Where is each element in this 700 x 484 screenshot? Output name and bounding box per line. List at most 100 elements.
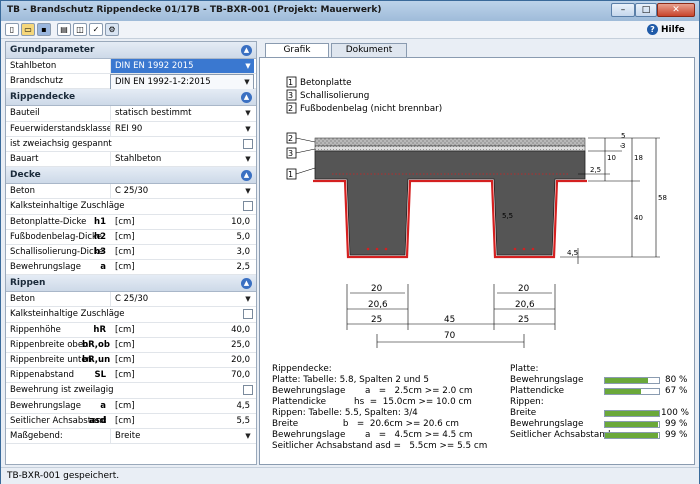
app-window: TB - Brandschutz Rippendecke 01/17B - TB… [0,0,700,484]
value: 20,0 [231,355,250,365]
chevron-down-icon[interactable]: ▼ [242,123,254,135]
select-value: DIN EN 1992 2015 [115,61,194,71]
zweiachsig-checkbox[interactable] [243,138,253,149]
dim-label: 25 [518,315,530,325]
collapse-icon[interactable]: ▲ [241,92,252,104]
result-line: Platte: Tabelle: 5.8, Spalten 2 und 5 [272,375,429,385]
chevron-down-icon[interactable]: ▼ [242,430,254,442]
section-rippendecke[interactable]: Rippendecke ▲ [6,89,256,107]
row-decke-kalk: Kalksteinhaltige Zuschläge [6,199,256,215]
section-title: Rippendecke [10,92,76,103]
section-title: Rippen [10,278,46,289]
dim-label: 2,5 [590,166,602,174]
dim-label: 20,6 [515,300,535,310]
decke-beton-select[interactable]: C 25/30 ▼ [110,184,254,199]
maximize-button[interactable]: □ [635,3,657,17]
chevron-down-icon[interactable]: ▼ [242,293,254,305]
select-value: C 25/30 [115,186,149,197]
util-label: Seitlicher Achsabstand [510,430,611,440]
value: 25,0 [231,339,250,350]
bauteil-select[interactable]: statisch bestimmt ▼ [110,106,254,121]
sound-insulation-layer [314,145,586,152]
value: 2,5 [236,262,250,273]
row-brandschutz: Brandschutz DIN EN 1992-1-2:2015 ▼ [6,74,256,91]
result-line: Rippen: Tabelle: 5.5, Spalten: 3/4 [272,408,418,418]
drawing-canvas: 1 Betonplatte 3 Schallisolierung 2 Fußbo… [259,57,695,465]
row-rippen-bewehrung: Bewehrungslage a [cm] 4,5 [6,399,256,414]
brandschutz-select[interactable]: DIN EN 1992-1-2:2015 ▼ [110,74,254,91]
row-fussboden: Fußbodenbelag-Dicke h2 [cm] 5,0 [6,230,256,245]
help-button[interactable]: ? Hilfe [647,24,685,35]
value: 10,0 [231,216,250,227]
section-grundparameter[interactable]: Grundparameter ▲ [6,42,256,59]
open-folder-icon[interactable]: ▭ [21,23,35,36]
minimize-button[interactable]: – [611,3,635,17]
rippen-kalk-checkbox[interactable] [243,309,253,320]
chevron-down-icon[interactable]: ▼ [242,185,254,197]
unit: [cm] [115,324,135,335]
field-symbol: a [100,400,106,411]
util-pct: 80 % [665,375,688,385]
concrete-slab-ribs [314,150,586,256]
field-symbol: bR,ob [82,339,110,350]
chevron-down-icon[interactable]: ▼ [242,107,254,119]
new-document-icon[interactable]: ▯ [5,23,19,36]
util-pct: 99 % [665,419,688,429]
select-value: statisch bestimmt [115,108,192,119]
dim-label: 5 [621,132,626,140]
zweilagig-checkbox[interactable] [243,385,253,396]
dim-label: 20 [371,284,383,294]
check-icon[interactable]: ✓ [89,23,103,36]
util-bar-fill [605,433,659,438]
legend-num: 3 [288,91,294,100]
dim-label: 10 [607,154,616,162]
util-title: Platte: [510,364,539,374]
util-bar-fill [605,411,659,416]
stahlbeton-select[interactable]: DIN EN 1992 2015 ▼ [110,59,254,73]
row-breite-unten: Rippenbreite unten bR,un [cm] 20,0 [6,353,256,369]
field-label: Kalksteinhaltige Zuschläge [10,309,125,320]
section-title: Grundparameter [10,45,95,55]
field-label: Kalksteinhaltige Zuschläge [10,201,125,212]
result-line: Bewehrungslage a = 4.5cm >= 4.5 cm [272,430,473,440]
value: 4,5 [236,400,250,411]
field-symbol: hR [93,324,106,335]
decke-kalk-checkbox[interactable] [243,201,253,212]
feuerwiderstand-select[interactable]: REI 90 ▼ [110,121,254,136]
tab-dokument[interactable]: Dokument [331,43,407,57]
rebar-dot [513,247,517,251]
status-text: TB-BXR-001 gespeichert. [7,471,120,481]
settings-gear-icon[interactable]: ⚙ [105,23,119,36]
util-bar-fill [605,422,659,427]
chevron-down-icon[interactable]: ▼ [241,76,253,88]
collapse-icon[interactable]: ▲ [241,45,252,56]
rebar-dot [522,247,526,251]
close-button[interactable]: ✕ [657,3,695,17]
tab-grafik[interactable]: Grafik [265,43,329,58]
preview-icon[interactable]: ◫ [73,23,87,36]
row-achsabstand: Seitlicher Achsabstand asd [cm] 5,5 [6,414,256,429]
row-decke-beton: Beton C 25/30 ▼ [6,184,256,200]
chevron-down-icon[interactable]: ▼ [242,153,254,165]
select-value: DIN EN 1992-1-2:2015 [115,77,211,88]
field-label: Bauteil [10,108,40,119]
section-rippen[interactable]: Rippen ▲ [6,275,256,293]
section-decke[interactable]: Decke ▲ [6,167,256,185]
field-symbol: SL [94,370,106,381]
field-symbol: bR,un [82,355,111,365]
unit: [cm] [115,246,135,257]
collapse-icon[interactable]: ▲ [241,170,252,182]
dim-label: 45 [444,315,456,325]
collapse-icon[interactable]: ▲ [241,278,252,290]
section-title: Decke [10,170,41,181]
massgebend-select[interactable]: Breite ▼ [110,428,254,443]
save-icon[interactable]: ▪ [37,23,51,36]
chevron-down-icon[interactable]: ▼ [242,60,254,72]
dim-label: 70 [444,331,456,341]
dim-label: 3 [621,142,626,150]
field-label: Beton [10,294,35,305]
rippen-beton-select[interactable]: C 25/30 ▼ [110,292,254,307]
row-schall: Schallisolierung-Dicke h3 [cm] 3,0 [6,245,256,261]
print-icon[interactable]: ▤ [57,23,71,36]
bauart-select[interactable]: Stahlbeton ▼ [110,151,254,166]
